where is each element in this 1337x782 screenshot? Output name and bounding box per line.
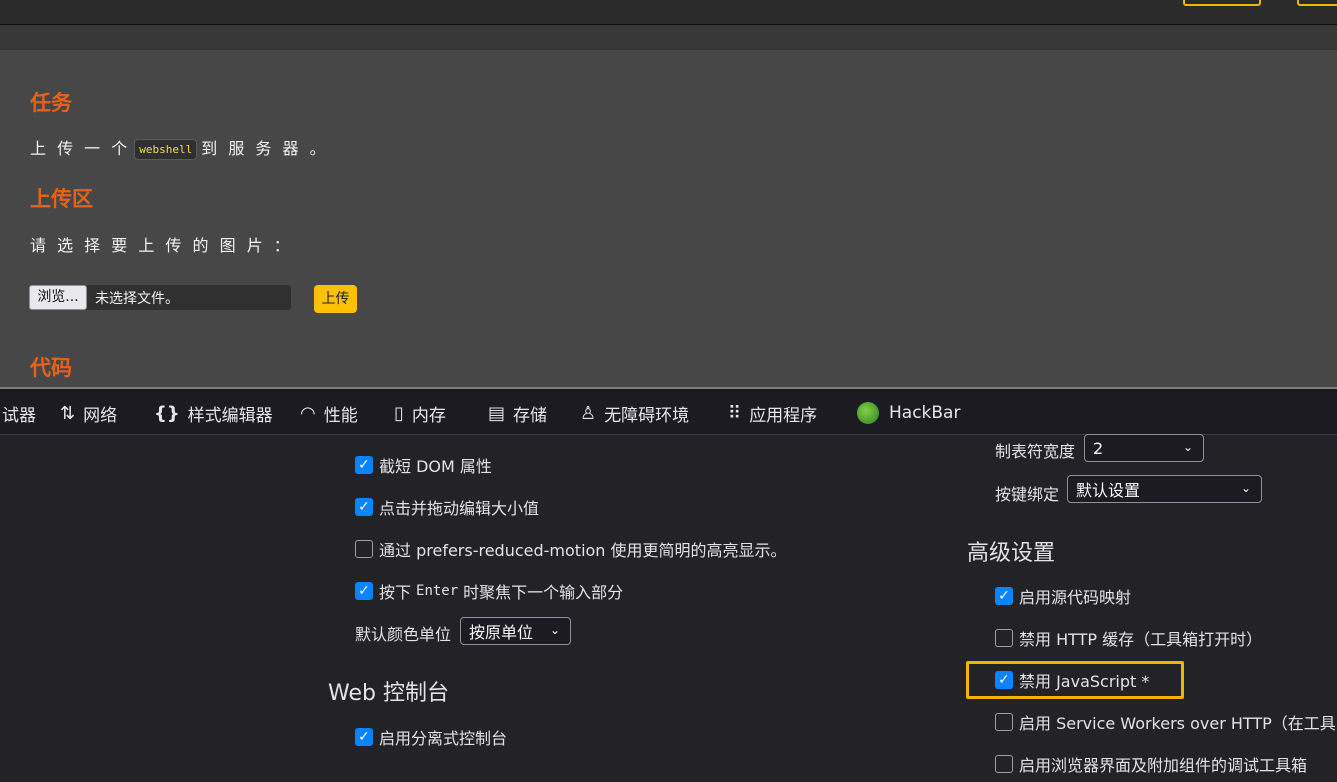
task-code: webshell xyxy=(134,139,198,160)
setting-service-workers[interactable]: 启用 Service Workers over HTTP（在工具 xyxy=(995,710,1336,734)
tab-network[interactable]: ⇅ 网络 xyxy=(60,392,117,434)
tab-size-label: 制表符宽度 xyxy=(995,442,1076,461)
setting-disable-cache[interactable]: 禁用 HTTP 缓存（工具箱打开时） xyxy=(995,626,1262,650)
chevron-down-icon: ⌄ xyxy=(549,623,560,637)
devtools-toolbar: 试器 ⇅ 网络 {} 样式编辑器 ◠ 性能 ▯ 内存 ▤ 存储 ♙ 无障碍环境 … xyxy=(0,392,1337,435)
task-text-after: 到 服 务 器 。 xyxy=(201,139,329,158)
tab-size-select[interactable]: 2 ⌄ xyxy=(1084,434,1204,462)
task-text-before: 上 传 一 个 xyxy=(30,139,131,158)
checkbox-unchecked[interactable] xyxy=(995,713,1013,731)
braces-icon: {} xyxy=(154,402,180,424)
tab-label: 存储 xyxy=(513,405,548,426)
task-text: 上 传 一 个 webshell 到 服 务 器 。 xyxy=(30,135,329,160)
setting-label: 启用 Service Workers over HTTP（在工具 xyxy=(1019,714,1336,733)
tab-accessibility[interactable]: ♙ 无障碍环境 xyxy=(580,392,689,434)
select-value: 按原单位 xyxy=(469,623,534,642)
tab-label: 无障碍环境 xyxy=(604,405,690,426)
setting-reduced-motion[interactable]: 通过 prefers-reduced-motion 使用更简明的高亮显示。 xyxy=(355,537,787,561)
checkbox-unchecked[interactable] xyxy=(355,540,373,558)
network-icon: ⇅ xyxy=(60,402,76,424)
setting-label-pre: 按下 xyxy=(379,583,412,602)
tab-memory[interactable]: ▯ 内存 xyxy=(394,392,446,434)
accessibility-icon: ♙ xyxy=(580,402,597,424)
keybinding-select[interactable]: 默认设置 ⌄ xyxy=(1067,475,1262,503)
tab-label: 应用程序 xyxy=(749,405,818,426)
setting-browser-toolbox[interactable]: 启用浏览器界面及附加组件的调试工具箱 xyxy=(995,752,1307,776)
tab-label: 网络 xyxy=(83,405,118,426)
gauge-icon: ◠ xyxy=(300,402,316,424)
grid-icon: ⠿ xyxy=(728,402,742,424)
checkbox-checked[interactable]: ✓ xyxy=(355,456,373,474)
setting-label: 禁用 HTTP 缓存（工具箱打开时） xyxy=(1019,630,1263,649)
tab-debugger[interactable]: 试器 xyxy=(2,392,36,434)
setting-label: 截短 DOM 属性 xyxy=(379,457,492,476)
page-band xyxy=(0,25,1337,50)
setting-source-maps[interactable]: ✓ 启用源代码映射 xyxy=(995,584,1131,608)
checkbox-checked[interactable]: ✓ xyxy=(995,587,1013,605)
code-heading: 代码 xyxy=(30,356,72,380)
chevron-down-icon: ⌄ xyxy=(1182,440,1193,454)
chip-icon: ▯ xyxy=(394,402,404,424)
checkbox-checked[interactable]: ✓ xyxy=(355,582,373,600)
default-color-unit-select[interactable]: 按原单位 ⌄ xyxy=(460,617,571,645)
tab-label: 性能 xyxy=(323,405,358,426)
checkbox-checked[interactable]: ✓ xyxy=(355,728,373,746)
tab-storage[interactable]: ▤ 存储 xyxy=(488,392,547,434)
file-status: 未选择文件。 xyxy=(95,291,179,307)
select-prompt: 请 选 择 要 上 传 的 图 片 ： xyxy=(30,236,293,255)
tab-hackbar[interactable]: HackBar xyxy=(857,392,960,434)
storage-icon: ▤ xyxy=(488,402,506,424)
tab-style-editor[interactable]: {} 样式编辑器 xyxy=(154,392,273,434)
setting-label: 启用分离式控制台 xyxy=(379,729,508,748)
setting-drag-edit[interactable]: ✓ 点击并拖动编辑大小值 xyxy=(355,495,539,519)
tab-label: 试器 xyxy=(2,405,36,426)
tab-label: 样式编辑器 xyxy=(187,405,273,426)
tab-label: 内存 xyxy=(411,405,446,426)
checkbox-unchecked[interactable] xyxy=(995,755,1013,773)
setting-label: 通过 prefers-reduced-motion 使用更简明的高亮显示。 xyxy=(379,541,787,560)
page-content: 任务 上 传 一 个 webshell 到 服 务 器 。 上传区 请 选 择 要 … xyxy=(0,50,1337,388)
upload-button[interactable]: 上传 xyxy=(314,285,357,313)
tab-label: HackBar xyxy=(889,403,961,423)
highlight-box xyxy=(966,661,1184,699)
default-color-unit-label: 默认颜色单位 xyxy=(355,625,452,644)
chevron-down-icon: ⌄ xyxy=(1240,481,1251,495)
setting-label: 点击并拖动编辑大小值 xyxy=(379,499,540,518)
setting-enter-focus[interactable]: ✓ 按下 Enter 时聚焦下一个输入部分 xyxy=(355,579,623,603)
advanced-settings-title: 高级设置 xyxy=(967,541,1056,566)
top-yellow-button[interactable] xyxy=(1183,0,1261,6)
checkbox-checked[interactable]: ✓ xyxy=(355,498,373,516)
tab-application[interactable]: ⠿ 应用程序 xyxy=(728,392,817,434)
select-value: 默认设置 xyxy=(1076,481,1141,500)
upload-heading: 上传区 xyxy=(30,187,93,211)
setting-label-post: 时聚焦下一个输入部分 xyxy=(463,583,624,602)
tab-performance[interactable]: ◠ 性能 xyxy=(300,392,358,434)
setting-truncate-dom[interactable]: ✓ 截短 DOM 属性 xyxy=(355,453,492,477)
setting-split-console[interactable]: ✓ 启用分离式控制台 xyxy=(355,725,507,749)
checkbox-unchecked[interactable] xyxy=(995,629,1013,647)
setting-label: 启用源代码映射 xyxy=(1019,588,1132,607)
web-console-title: Web 控制台 xyxy=(328,681,449,706)
browse-button[interactable]: 浏览... xyxy=(29,285,87,310)
file-input[interactable]: 浏览... 未选择文件。 xyxy=(29,285,291,310)
setting-label-key: Enter xyxy=(416,583,459,599)
select-value: 2 xyxy=(1093,438,1104,458)
top-yellow-button-2[interactable] xyxy=(1297,0,1337,6)
keybinding-label: 按键绑定 xyxy=(995,485,1060,504)
page-top-bar xyxy=(0,0,1337,25)
task-heading: 任务 xyxy=(30,91,72,115)
setting-label: 启用浏览器界面及附加组件的调试工具箱 xyxy=(1019,756,1308,775)
hackbar-icon xyxy=(857,402,879,424)
